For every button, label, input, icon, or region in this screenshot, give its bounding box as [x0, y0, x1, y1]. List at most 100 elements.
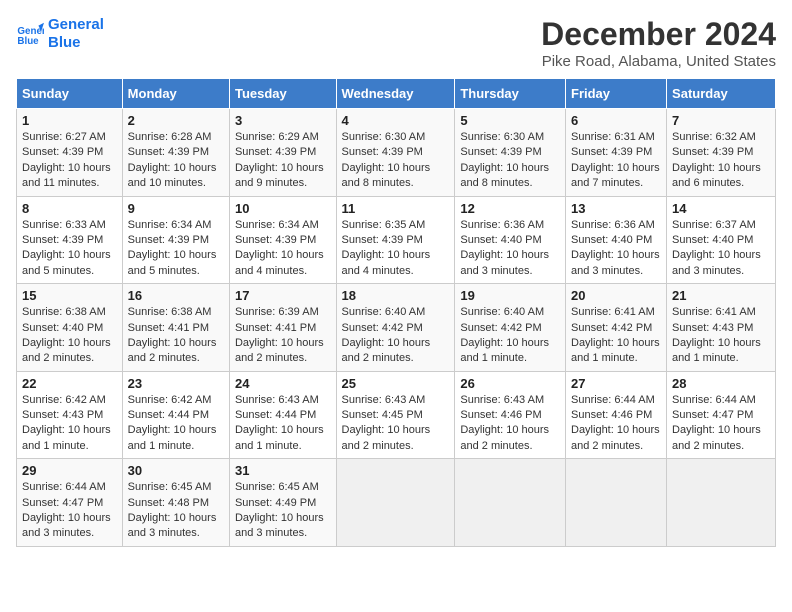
day-info: Sunrise: 6:42 AM Sunset: 4:44 PM Dayligh…	[128, 393, 224, 455]
day-info: Sunrise: 6:34 AM Sunset: 4:39 PM Dayligh…	[128, 218, 224, 280]
day-info: Sunrise: 6:43 AM Sunset: 4:45 PM Dayligh…	[342, 393, 450, 455]
day-number: 11	[342, 201, 450, 216]
day-number: 17	[235, 288, 331, 303]
day-number: 4	[342, 113, 450, 128]
calendar-cell: 14Sunrise: 6:37 AM Sunset: 4:40 PM Dayli…	[667, 196, 776, 284]
calendar-table: SundayMondayTuesdayWednesdayThursdayFrid…	[16, 78, 776, 547]
day-info: Sunrise: 6:37 AM Sunset: 4:40 PM Dayligh…	[672, 218, 770, 280]
day-info: Sunrise: 6:45 AM Sunset: 4:49 PM Dayligh…	[235, 480, 331, 542]
day-header-saturday: Saturday	[667, 79, 776, 109]
calendar-cell: 17 Sunrise: 6:39 AM Sunset: 4:41 PM Dayli…	[229, 284, 336, 372]
day-number: 8	[22, 201, 117, 216]
page-header: General Blue General Blue December 2024 …	[16, 16, 776, 70]
day-info: Sunrise: 6:36 AM Sunset: 4:40 PM Dayligh…	[571, 218, 661, 280]
day-info: Sunrise: 6:40 AM Sunset: 4:42 PM Dayligh…	[342, 305, 450, 367]
day-number: 5	[460, 113, 560, 128]
logo-blue: Blue	[48, 34, 104, 52]
calendar-cell: 7Sunrise: 6:32 AM Sunset: 4:39 PM Daylig…	[667, 109, 776, 197]
day-info: Sunrise: 6:30 AM Sunset: 4:39 PM Dayligh…	[460, 130, 560, 192]
day-info: Sunrise: 6:41 AM Sunset: 4:43 PM Dayligh…	[672, 305, 770, 367]
week-row-1: 1Sunrise: 6:27 AM Sunset: 4:39 PM Daylig…	[17, 109, 776, 197]
day-number: 1	[22, 113, 117, 128]
day-info: Sunrise: 6:44 AM Sunset: 4:46 PM Dayligh…	[571, 393, 661, 455]
svg-text:Blue: Blue	[17, 36, 39, 47]
day-number: 3	[235, 113, 331, 128]
calendar-cell: 27Sunrise: 6:44 AM Sunset: 4:46 PM Dayli…	[566, 371, 667, 459]
calendar-cell	[336, 459, 455, 547]
logo: General Blue General Blue	[16, 16, 104, 52]
calendar-cell: 4 Sunrise: 6:30 AM Sunset: 4:39 PM Daylig…	[336, 109, 455, 197]
day-info: Sunrise: 6:35 AM Sunset: 4:39 PM Dayligh…	[342, 218, 450, 280]
day-info: Sunrise: 6:40 AM Sunset: 4:42 PM Dayligh…	[460, 305, 560, 367]
day-info: Sunrise: 6:31 AM Sunset: 4:39 PM Dayligh…	[571, 130, 661, 192]
calendar-cell: 18 Sunrise: 6:40 AM Sunset: 4:42 PM Dayli…	[336, 284, 455, 372]
calendar-cell: 8 Sunrise: 6:33 AM Sunset: 4:39 PM Daylig…	[17, 196, 123, 284]
calendar-cell: 10 Sunrise: 6:34 AM Sunset: 4:39 PM Dayli…	[229, 196, 336, 284]
calendar-cell: 12 Sunrise: 6:36 AM Sunset: 4:40 PM Dayli…	[455, 196, 566, 284]
day-info: Sunrise: 6:32 AM Sunset: 4:39 PM Dayligh…	[672, 130, 770, 192]
day-number: 6	[571, 113, 661, 128]
calendar-cell: 23Sunrise: 6:42 AM Sunset: 4:44 PM Dayli…	[122, 371, 229, 459]
calendar-cell: 31 Sunrise: 6:45 AM Sunset: 4:49 PM Dayli…	[229, 459, 336, 547]
day-number: 25	[342, 376, 450, 391]
calendar-cell: 3 Sunrise: 6:29 AM Sunset: 4:39 PM Daylig…	[229, 109, 336, 197]
calendar-cell: 1Sunrise: 6:27 AM Sunset: 4:39 PM Daylig…	[17, 109, 123, 197]
day-info: Sunrise: 6:29 AM Sunset: 4:39 PM Dayligh…	[235, 130, 331, 192]
calendar-cell: 19 Sunrise: 6:40 AM Sunset: 4:42 PM Dayli…	[455, 284, 566, 372]
week-row-3: 15Sunrise: 6:38 AM Sunset: 4:40 PM Dayli…	[17, 284, 776, 372]
calendar-cell: 15Sunrise: 6:38 AM Sunset: 4:40 PM Dayli…	[17, 284, 123, 372]
day-info: Sunrise: 6:43 AM Sunset: 4:44 PM Dayligh…	[235, 393, 331, 455]
calendar-cell: 6 Sunrise: 6:31 AM Sunset: 4:39 PM Daylig…	[566, 109, 667, 197]
logo-icon: General Blue	[16, 20, 44, 48]
day-info: Sunrise: 6:42 AM Sunset: 4:43 PM Dayligh…	[22, 393, 117, 455]
day-info: Sunrise: 6:44 AM Sunset: 4:47 PM Dayligh…	[22, 480, 117, 542]
calendar-cell: 13 Sunrise: 6:36 AM Sunset: 4:40 PM Dayli…	[566, 196, 667, 284]
day-number: 15	[22, 288, 117, 303]
day-number: 29	[22, 463, 117, 478]
day-number: 31	[235, 463, 331, 478]
day-info: Sunrise: 6:30 AM Sunset: 4:39 PM Dayligh…	[342, 130, 450, 192]
calendar-cell	[455, 459, 566, 547]
day-info: Sunrise: 6:39 AM Sunset: 4:41 PM Dayligh…	[235, 305, 331, 367]
day-header-tuesday: Tuesday	[229, 79, 336, 109]
day-number: 28	[672, 376, 770, 391]
calendar-cell: 21 Sunrise: 6:41 AM Sunset: 4:43 PM Dayli…	[667, 284, 776, 372]
day-number: 21	[672, 288, 770, 303]
calendar-cell: 25 Sunrise: 6:43 AM Sunset: 4:45 PM Dayli…	[336, 371, 455, 459]
calendar-cell	[566, 459, 667, 547]
day-number: 19	[460, 288, 560, 303]
day-header-friday: Friday	[566, 79, 667, 109]
day-number: 24	[235, 376, 331, 391]
day-number: 16	[128, 288, 224, 303]
calendar-cell: 29 Sunrise: 6:44 AM Sunset: 4:47 PM Dayli…	[17, 459, 123, 547]
calendar-body: 1Sunrise: 6:27 AM Sunset: 4:39 PM Daylig…	[17, 109, 776, 547]
day-info: Sunrise: 6:36 AM Sunset: 4:40 PM Dayligh…	[460, 218, 560, 280]
day-number: 12	[460, 201, 560, 216]
day-info: Sunrise: 6:28 AM Sunset: 4:39 PM Dayligh…	[128, 130, 224, 192]
calendar-cell: 28Sunrise: 6:44 AM Sunset: 4:47 PM Dayli…	[667, 371, 776, 459]
day-number: 2	[128, 113, 224, 128]
day-header-thursday: Thursday	[455, 79, 566, 109]
day-number: 13	[571, 201, 661, 216]
day-header-monday: Monday	[122, 79, 229, 109]
calendar-cell: 5 Sunrise: 6:30 AM Sunset: 4:39 PM Daylig…	[455, 109, 566, 197]
calendar-cell: 11 Sunrise: 6:35 AM Sunset: 4:39 PM Dayli…	[336, 196, 455, 284]
subtitle: Pike Road, Alabama, United States	[541, 53, 776, 70]
calendar-cell: 30Sunrise: 6:45 AM Sunset: 4:48 PM Dayli…	[122, 459, 229, 547]
calendar-cell: 16 Sunrise: 6:38 AM Sunset: 4:41 PM Dayli…	[122, 284, 229, 372]
day-number: 18	[342, 288, 450, 303]
day-number: 10	[235, 201, 331, 216]
day-info: Sunrise: 6:34 AM Sunset: 4:39 PM Dayligh…	[235, 218, 331, 280]
calendar-cell	[667, 459, 776, 547]
day-number: 22	[22, 376, 117, 391]
day-info: Sunrise: 6:43 AM Sunset: 4:46 PM Dayligh…	[460, 393, 560, 455]
day-number: 20	[571, 288, 661, 303]
week-row-2: 8 Sunrise: 6:33 AM Sunset: 4:39 PM Daylig…	[17, 196, 776, 284]
day-header-wednesday: Wednesday	[336, 79, 455, 109]
calendar-cell: 26Sunrise: 6:43 AM Sunset: 4:46 PM Dayli…	[455, 371, 566, 459]
calendar-cell: 22 Sunrise: 6:42 AM Sunset: 4:43 PM Dayli…	[17, 371, 123, 459]
calendar-cell: 24 Sunrise: 6:43 AM Sunset: 4:44 PM Dayli…	[229, 371, 336, 459]
day-info: Sunrise: 6:38 AM Sunset: 4:41 PM Dayligh…	[128, 305, 224, 367]
day-info: Sunrise: 6:33 AM Sunset: 4:39 PM Dayligh…	[22, 218, 117, 280]
calendar-cell: 2 Sunrise: 6:28 AM Sunset: 4:39 PM Daylig…	[122, 109, 229, 197]
